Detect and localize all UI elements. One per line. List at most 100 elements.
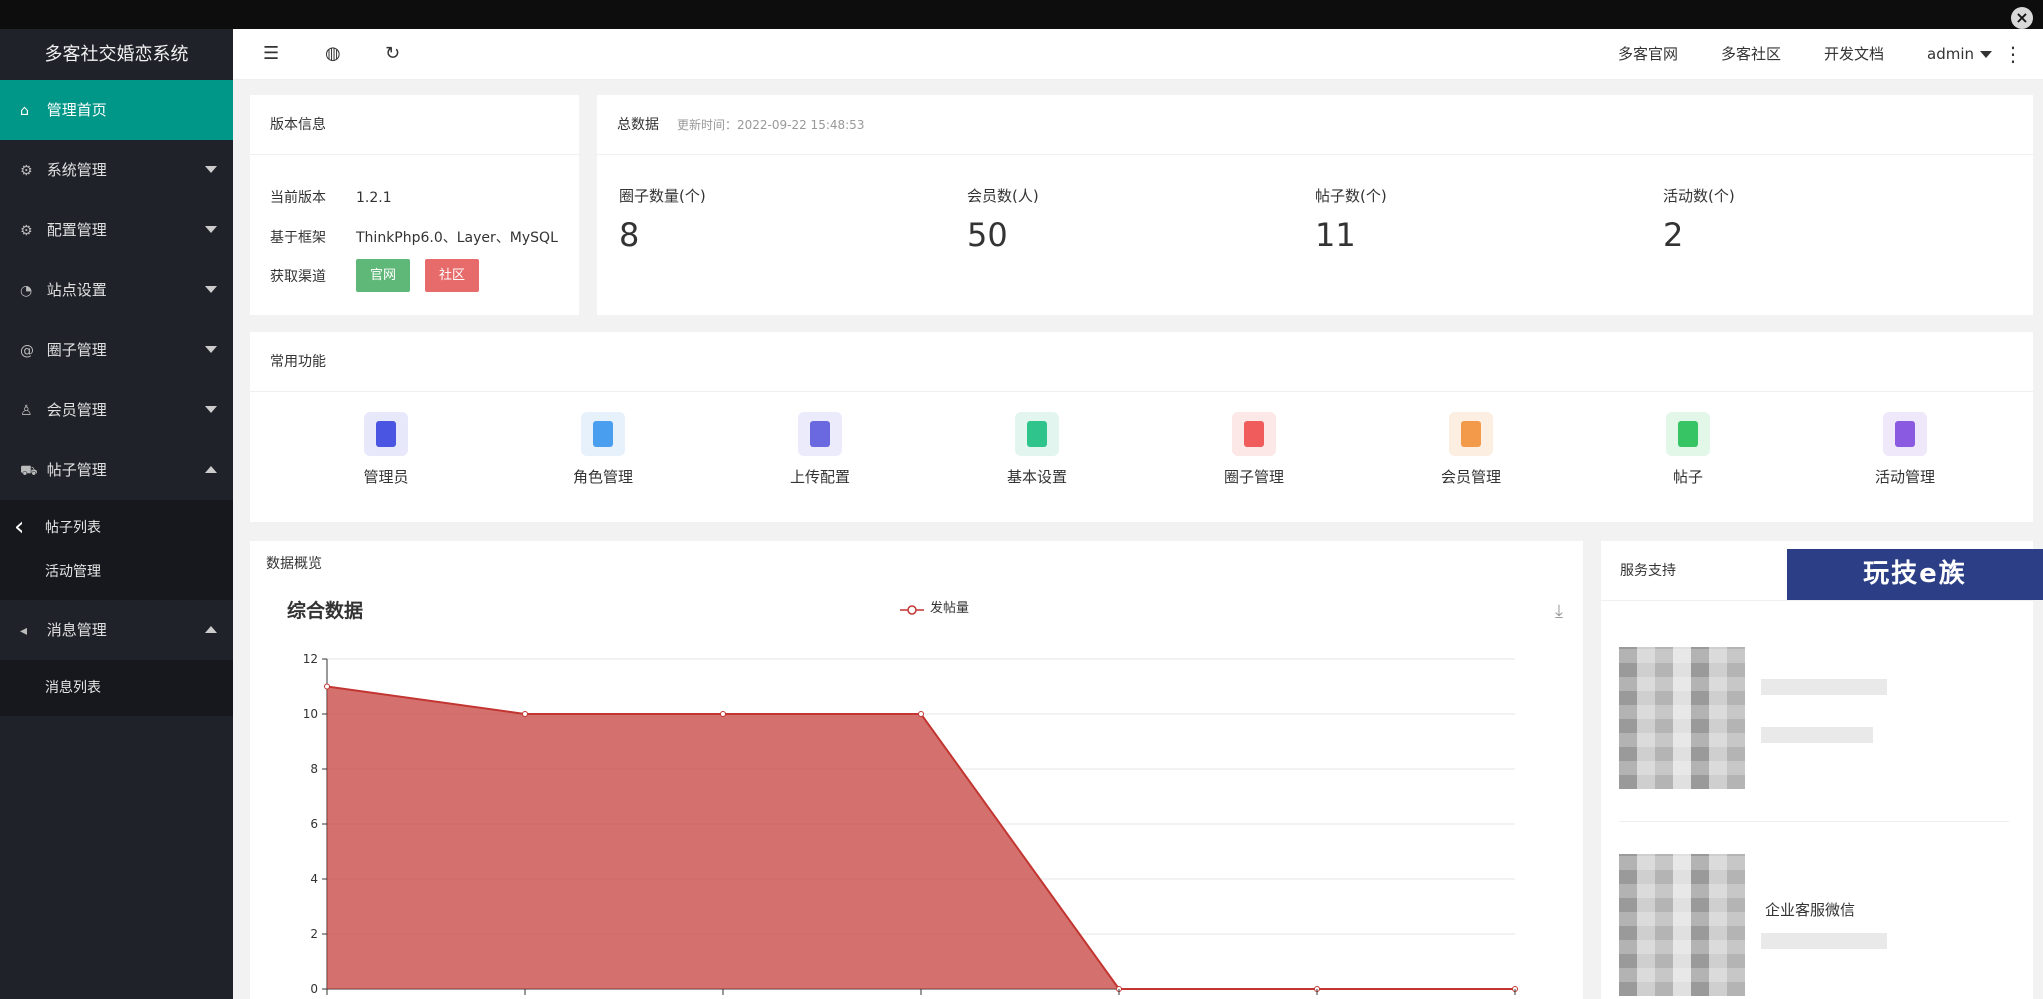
window-top-bar: × bbox=[0, 0, 2043, 29]
sidebar-subitem-post-list[interactable]: ‹ 帖子列表 bbox=[0, 506, 233, 550]
framework-value: ThinkPhp6.0、Layer、MySQL bbox=[356, 230, 558, 246]
messages-submenu: 消息列表 bbox=[0, 660, 233, 716]
sidebar-item-label: 配置管理 bbox=[46, 221, 107, 239]
quick-function-icon bbox=[1666, 412, 1710, 456]
series-area bbox=[327, 686, 1515, 989]
brand-watermark: 玩技e族 bbox=[1787, 549, 2043, 600]
functions-card: 常用功能 管理员 角色管理 上传配置 基本设置 圈子管理 会员管理 帖子 活动管理 bbox=[250, 332, 2033, 522]
quick-function-label: 帖子 bbox=[1672, 468, 1703, 486]
wechat-label: 企业客服微信 bbox=[1765, 901, 1856, 919]
totals-card: 总数据 更新时间：2022-09-22 15:48:53 圈子数量(个) 8 会员… bbox=[597, 95, 2033, 315]
functions-card-title: 常用功能 bbox=[250, 332, 2033, 392]
quick-function-glyph bbox=[1678, 421, 1698, 447]
y-tick-label: 10 bbox=[303, 707, 318, 721]
sidebar-item-system[interactable]: ⚙ 系统管理 bbox=[0, 140, 233, 200]
quick-function-item[interactable]: 会员管理 bbox=[1401, 412, 1541, 487]
chevron-up-icon bbox=[205, 626, 217, 633]
stat-posts: 帖子数(个) 11 bbox=[1315, 185, 1387, 254]
refresh-icon[interactable]: ↻ bbox=[385, 42, 400, 66]
globe-icon[interactable]: ◍ bbox=[325, 42, 341, 66]
user-menu[interactable]: admin bbox=[1927, 29, 1992, 80]
chevron-left-icon[interactable]: ‹ bbox=[14, 514, 24, 540]
sidebar-item-label: 帖子管理 bbox=[46, 461, 107, 479]
sidebar-item-label: 消息管理 bbox=[46, 621, 107, 639]
sidebar: 多客社交婚恋系统 ⌂ 管理首页 ⚙ 系统管理 ⚙ 配置管理 ◔ 站点设置 @ 圈… bbox=[0, 29, 233, 999]
quick-function-label: 活动管理 bbox=[1874, 468, 1935, 486]
version-card-title: 版本信息 bbox=[250, 95, 579, 155]
y-tick-label: 6 bbox=[310, 817, 318, 831]
sidebar-subitem-activity[interactable]: 活动管理 bbox=[0, 550, 233, 594]
header-link-community[interactable]: 多客社区 bbox=[1721, 29, 1781, 80]
close-icon[interactable]: × bbox=[2011, 7, 2033, 29]
speaker-icon: ◂ bbox=[20, 623, 28, 639]
stat-value: 11 bbox=[1315, 216, 1356, 254]
quick-function-item[interactable]: 帖子 bbox=[1618, 412, 1758, 487]
data-point bbox=[522, 711, 528, 717]
quick-function-glyph bbox=[376, 421, 396, 447]
quick-function-label: 上传配置 bbox=[789, 468, 850, 486]
quick-function-glyph bbox=[1895, 421, 1915, 447]
gear-icon: ⚙ bbox=[20, 223, 33, 239]
stat-value: 50 bbox=[967, 216, 1008, 254]
framework-label: 基于框架 bbox=[270, 230, 326, 246]
data-point bbox=[324, 683, 330, 690]
support-card: 服务支持 企业客服微信 bbox=[1601, 541, 2033, 999]
quick-function-item[interactable]: 基本设置 bbox=[967, 412, 1107, 487]
channel-label: 获取渠道 bbox=[270, 269, 326, 285]
sidebar-item-home[interactable]: ⌂ 管理首页 bbox=[0, 80, 233, 140]
quick-function-item[interactable]: 角色管理 bbox=[533, 412, 673, 487]
quick-function-glyph bbox=[1244, 421, 1264, 447]
sidebar-subitem-message-list[interactable]: 消息列表 bbox=[0, 666, 233, 710]
chevron-down-icon bbox=[205, 226, 217, 233]
header-link-docs[interactable]: 开发文档 bbox=[1824, 29, 1884, 80]
sidebar-item-posts[interactable]: ⛟ 帖子管理 bbox=[0, 440, 233, 500]
totals-updated-time: 更新时间：2022-09-22 15:48:53 bbox=[677, 118, 865, 132]
sidebar-item-members[interactable]: ♙ 会员管理 bbox=[0, 380, 233, 440]
official-site-button[interactable]: 官网 bbox=[356, 259, 411, 292]
header-link-official[interactable]: 多客官网 bbox=[1618, 29, 1678, 80]
data-point bbox=[918, 711, 924, 717]
data-point bbox=[720, 711, 726, 717]
quick-function-glyph bbox=[593, 421, 613, 447]
sidebar-item-config[interactable]: ⚙ 配置管理 bbox=[0, 200, 233, 260]
quick-function-label: 角色管理 bbox=[572, 468, 633, 486]
quick-function-glyph bbox=[1461, 421, 1481, 447]
quick-function-item[interactable]: 上传配置 bbox=[750, 412, 890, 487]
blurred-text bbox=[1761, 727, 1873, 743]
stat-label: 圈子数量(个) bbox=[619, 187, 706, 205]
stat-label: 会员数(人) bbox=[967, 187, 1039, 205]
quick-function-item[interactable]: 活动管理 bbox=[1835, 412, 1975, 487]
y-tick-label: 8 bbox=[310, 762, 318, 776]
quick-function-icon bbox=[1449, 412, 1493, 456]
version-value: 1.2.1 bbox=[356, 190, 392, 206]
sidebar-item-label: 圈子管理 bbox=[46, 341, 107, 359]
framework-row: 基于框架 ThinkPhp6.0、Layer、MySQL bbox=[270, 227, 558, 247]
quick-function-icon bbox=[1015, 412, 1059, 456]
sidebar-item-label: 会员管理 bbox=[46, 401, 107, 419]
palette-icon: ◔ bbox=[20, 283, 33, 299]
user-icon: ♙ bbox=[20, 403, 33, 419]
sidebar-item-messages[interactable]: ◂ 消息管理 bbox=[0, 600, 233, 660]
sidebar-item-circle[interactable]: @ 圈子管理 bbox=[0, 320, 233, 380]
quick-function-label: 会员管理 bbox=[1440, 468, 1501, 486]
at-icon: @ bbox=[20, 343, 34, 359]
stat-label: 活动数(个) bbox=[1663, 187, 1735, 205]
community-button[interactable]: 社区 bbox=[425, 259, 480, 292]
quick-function-icon bbox=[364, 412, 408, 456]
caret-down-icon bbox=[1980, 51, 1992, 58]
stat-activities: 活动数(个) 2 bbox=[1663, 185, 1735, 254]
quick-function-glyph bbox=[810, 421, 830, 447]
quick-function-item[interactable]: 圈子管理 bbox=[1184, 412, 1324, 487]
chevron-down-icon bbox=[205, 406, 217, 413]
stat-value: 2 bbox=[1663, 216, 1684, 254]
sidebar-item-site[interactable]: ◔ 站点设置 bbox=[0, 260, 233, 320]
quick-function-label: 圈子管理 bbox=[1223, 468, 1284, 486]
menu-fold-icon[interactable]: ☰ bbox=[263, 42, 279, 66]
quick-function-icon bbox=[581, 412, 625, 456]
more-vertical-icon[interactable]: ⋮ bbox=[2003, 29, 2023, 80]
version-card: 版本信息 当前版本 1.2.1 基于框架 ThinkPhp6.0、Layer、MyS… bbox=[250, 95, 579, 315]
quick-function-icon bbox=[1883, 412, 1927, 456]
quick-function-item[interactable]: 管理员 bbox=[316, 412, 456, 487]
app-logo-title: 多客社交婚恋系统 bbox=[0, 29, 233, 80]
sidebar-item-label: 站点设置 bbox=[46, 281, 107, 299]
